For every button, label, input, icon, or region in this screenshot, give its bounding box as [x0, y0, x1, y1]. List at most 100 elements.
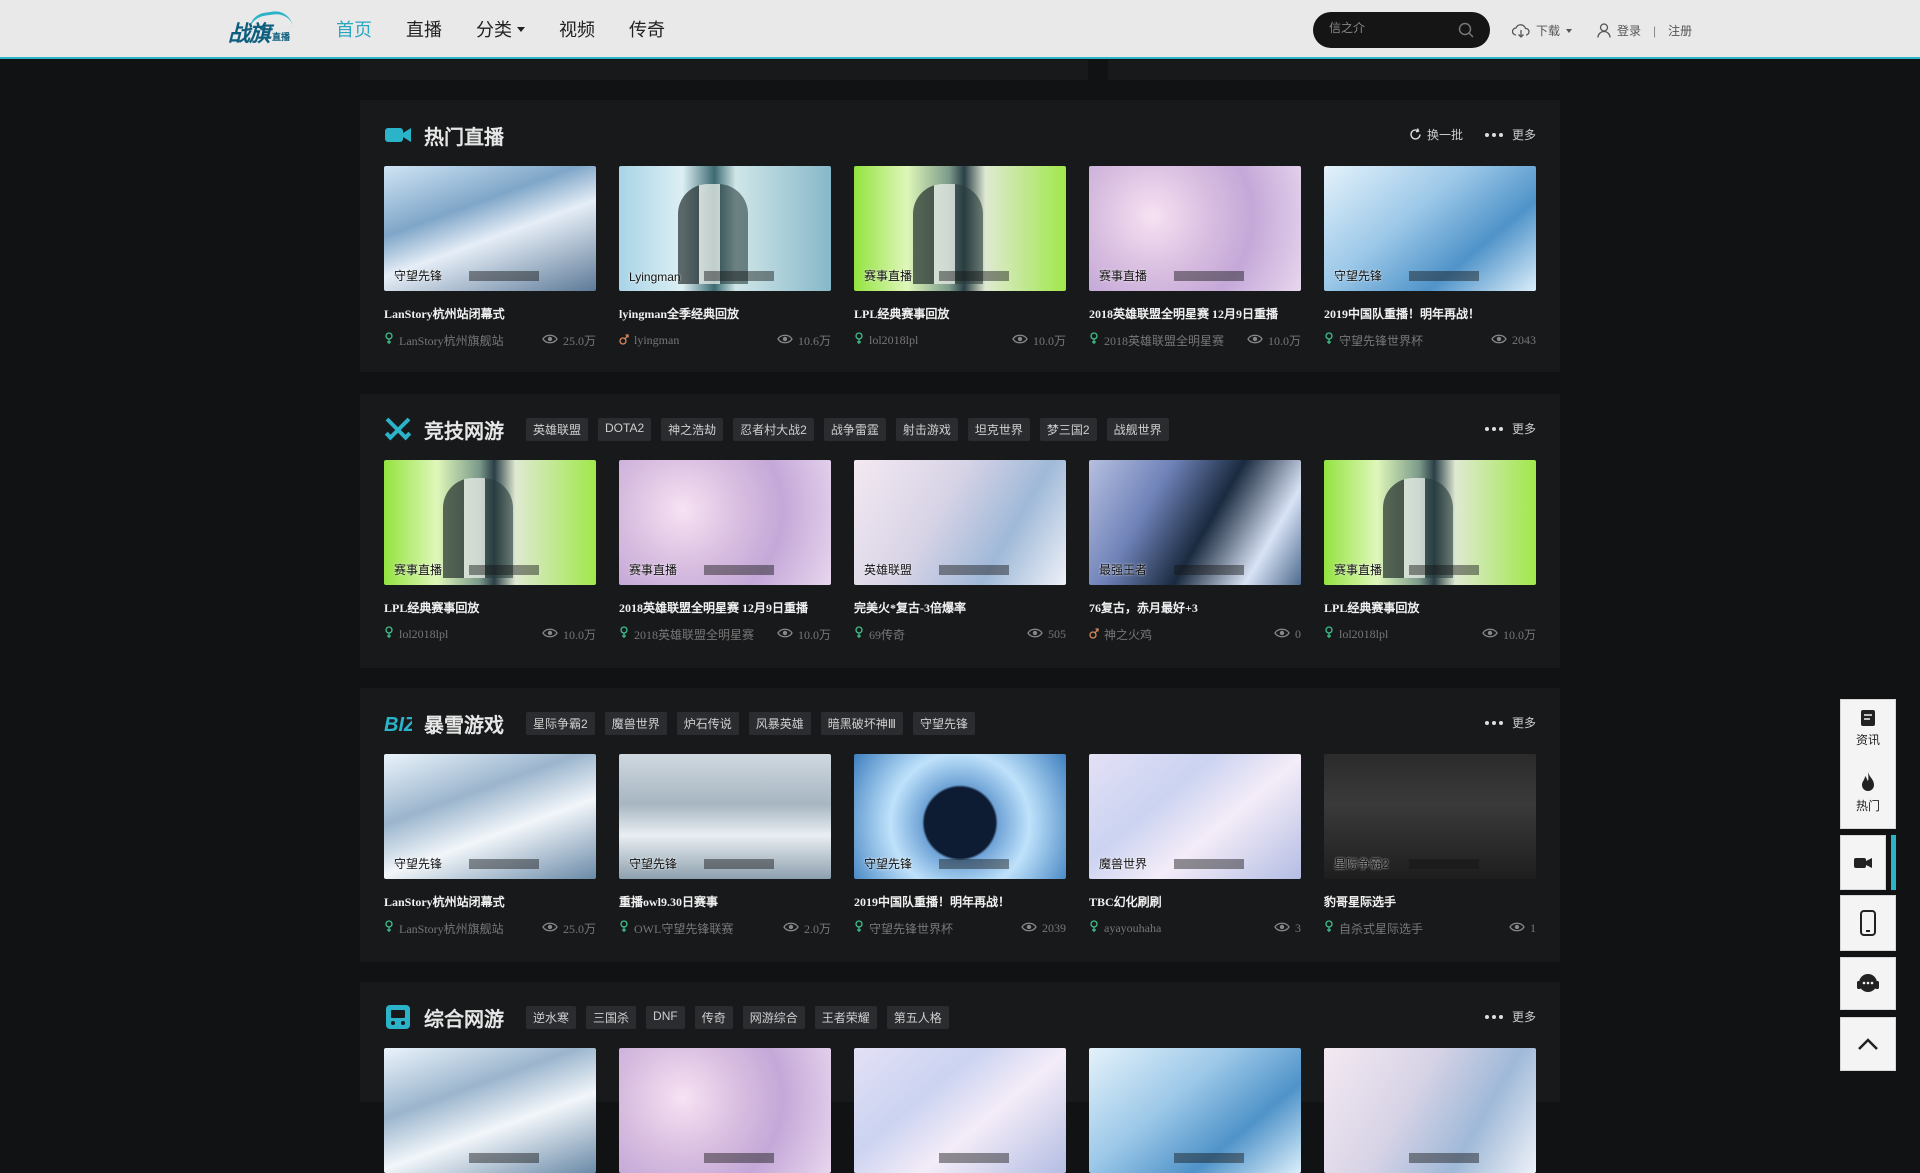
anchor-info[interactable]: lyingman — [619, 333, 679, 349]
anchor-info[interactable]: LanStory杭州旗舰站 — [384, 332, 504, 349]
category-tag[interactable]: 魔兽世界 — [604, 711, 667, 735]
category-tag[interactable]: 英雄联盟 — [526, 417, 589, 441]
anchor-info[interactable]: OWL守望先锋联赛 — [619, 920, 733, 937]
stream-thumbnail[interactable]: 魔兽世界 — [1089, 754, 1301, 879]
stream-title[interactable]: 2019中国队重播！明年再战！ — [854, 893, 1066, 910]
stream-title[interactable]: lyingman全季经典回放 — [619, 305, 831, 322]
category-label[interactable]: 最强王者 — [1099, 561, 1147, 578]
anchor-info[interactable]: 69传奇 — [854, 626, 905, 643]
stream-title[interactable]: LPL经典赛事回放 — [384, 599, 596, 616]
stream-card[interactable]: Lyingman lyingman全季经典回放 lyingman 10.6万 — [619, 166, 831, 349]
stream-thumbnail[interactable]: 赛事直播 — [619, 460, 831, 585]
category-tag[interactable]: 暗黑破坏神Ⅲ — [820, 711, 904, 735]
search-input[interactable] — [1329, 21, 1449, 35]
category-label[interactable]: 守望先锋 — [394, 267, 442, 284]
nav-video[interactable]: 视频 — [559, 16, 595, 42]
stream-thumbnail[interactable]: 守望先锋 — [1324, 166, 1536, 291]
stream-card[interactable]: 赛事直播 LPL经典赛事回放 lol2018lpl 10.0万 — [854, 166, 1066, 349]
category-label[interactable]: 星际争霸2 — [1334, 855, 1389, 872]
anchor-info[interactable]: 神之火鸡 — [1089, 626, 1152, 643]
download-menu[interactable]: 下载 — [1512, 22, 1573, 39]
category-tag[interactable]: 坦克世界 — [967, 417, 1030, 441]
anchor-info[interactable]: 2018英雄联盟全明星赛 — [1089, 332, 1224, 349]
more-button[interactable]: 更多 — [1484, 714, 1536, 731]
category-tag[interactable]: 守望先锋 — [913, 711, 976, 735]
stream-card[interactable]: 守望先锋 2019中国队重播！明年再战！ 守望先锋世界杯 2043 — [1324, 166, 1536, 349]
anchor-info[interactable]: lol2018lpl — [1324, 626, 1388, 643]
sidebar-hot-button[interactable]: 热门 — [1840, 757, 1896, 829]
sidebar-support-button[interactable] — [1840, 957, 1896, 1010]
sidebar-back-to-top-button[interactable] — [1840, 1017, 1896, 1071]
sidebar-news-button[interactable]: 资讯 — [1840, 699, 1896, 757]
stream-title[interactable]: 2019中国队重播！明年再战！ — [1324, 305, 1536, 322]
stream-card[interactable]: 守望先锋 2019中国队重播！明年再战！ 守望先锋世界杯 2039 — [854, 754, 1066, 937]
anchor-info[interactable]: 守望先锋世界杯 — [1324, 332, 1423, 349]
category-label[interactable]: 魔兽世界 — [1099, 855, 1147, 872]
stream-thumbnail[interactable]: 守望先锋 — [384, 754, 596, 879]
category-label[interactable]: Lyingman — [629, 270, 681, 284]
category-tag[interactable]: 传奇 — [694, 1005, 733, 1029]
stream-thumbnail[interactable]: 星际争霸2 — [1324, 754, 1536, 879]
stream-card[interactable]: 赛事直播 2018英雄联盟全明星赛 12月9日重播 2018英雄联盟全明星赛 10.0… — [619, 460, 831, 643]
stream-card[interactable]: 守望先锋 重播owl9.30日赛事 OWL守望先锋联赛 2.0万 — [619, 754, 831, 937]
stream-title[interactable]: 2018英雄联盟全明星赛 12月9日重播 — [1089, 305, 1301, 322]
stream-title[interactable]: 完美火*复古-3倍爆率 — [854, 599, 1066, 616]
category-tag[interactable]: 第五人格 — [886, 1005, 949, 1029]
stream-card[interactable]: 最强王者 76复古，赤月最好+3 神之火鸡 0 — [1089, 460, 1301, 643]
stream-card[interactable]: 守望先锋 LanStory杭州站闭幕式 LanStory杭州旗舰站 25.0万 — [384, 166, 596, 349]
stream-card[interactable] — [619, 1048, 831, 1173]
stream-thumbnail[interactable]: 赛事直播 — [1324, 460, 1536, 585]
anchor-info[interactable]: 守望先锋世界杯 — [854, 920, 953, 937]
stream-card[interactable]: 赛事直播 LPL经典赛事回放 lol2018lpl 10.0万 — [384, 460, 596, 643]
stream-thumbnail[interactable]: 最强王者 — [1089, 460, 1301, 585]
stream-title[interactable]: TBC幻化刷刷 — [1089, 893, 1301, 910]
stream-thumbnail[interactable]: 赛事直播 — [1089, 166, 1301, 291]
login-link[interactable]: 登录 — [1617, 22, 1641, 39]
stream-card[interactable] — [1324, 1048, 1536, 1173]
sidebar-video-button[interactable] — [1840, 835, 1886, 890]
category-label[interactable]: 赛事直播 — [394, 561, 442, 578]
category-tag[interactable]: 三国杀 — [586, 1005, 637, 1029]
stream-thumbnail[interactable]: 赛事直播 — [854, 166, 1066, 291]
stream-thumbnail[interactable]: 守望先锋 — [854, 754, 1066, 879]
stream-card[interactable] — [1089, 1048, 1301, 1173]
anchor-info[interactable]: lol2018lpl — [384, 626, 448, 643]
stream-title[interactable]: LPL经典赛事回放 — [854, 305, 1066, 322]
category-tag[interactable]: 逆水寒 — [526, 1005, 577, 1029]
category-tag[interactable]: 战舰世界 — [1106, 417, 1169, 441]
anchor-info[interactable]: LanStory杭州旗舰站 — [384, 920, 504, 937]
anchor-info[interactable]: 自杀式星际选手 — [1324, 920, 1423, 937]
category-tag[interactable]: 忍者村大战2 — [733, 417, 814, 441]
search-icon[interactable] — [1458, 22, 1474, 38]
stream-title[interactable]: 重播owl9.30日赛事 — [619, 893, 831, 910]
category-label[interactable]: 英雄联盟 — [864, 561, 912, 578]
nav-category[interactable]: 分类 — [476, 16, 525, 42]
stream-title[interactable]: LanStory杭州站闭幕式 — [384, 893, 596, 910]
more-button[interactable]: 更多 — [1484, 126, 1536, 143]
category-label[interactable]: 赛事直播 — [629, 561, 677, 578]
anchor-info[interactable]: lol2018lpl — [854, 332, 918, 349]
stream-thumbnail[interactable] — [1324, 1048, 1536, 1173]
stream-thumbnail[interactable] — [384, 1048, 596, 1173]
stream-title[interactable]: LPL经典赛事回放 — [1324, 599, 1536, 616]
anchor-info[interactable]: 2018英雄联盟全明星赛 — [619, 626, 754, 643]
category-label[interactable]: 赛事直播 — [864, 267, 912, 284]
category-tag[interactable]: 风暴英雄 — [748, 711, 811, 735]
nav-home[interactable]: 首页 — [336, 16, 372, 42]
category-tag[interactable]: 神之浩劫 — [661, 417, 724, 441]
stream-thumbnail[interactable]: 守望先锋 — [384, 166, 596, 291]
category-tag[interactable]: 炉石传说 — [676, 711, 739, 735]
stream-thumbnail[interactable]: 守望先锋 — [619, 754, 831, 879]
stream-card[interactable]: 英雄联盟 完美火*复古-3倍爆率 69传奇 505 — [854, 460, 1066, 643]
more-button[interactable]: 更多 — [1484, 420, 1536, 437]
stream-thumbnail[interactable]: Lyingman — [619, 166, 831, 291]
stream-title[interactable]: 76复古，赤月最好+3 — [1089, 599, 1301, 616]
category-tag[interactable]: 射击游戏 — [895, 417, 958, 441]
stream-thumbnail[interactable] — [1089, 1048, 1301, 1173]
stream-title[interactable]: LanStory杭州站闭幕式 — [384, 305, 596, 322]
stream-thumbnail[interactable] — [619, 1048, 831, 1173]
category-label[interactable]: 赛事直播 — [1334, 561, 1382, 578]
stream-card[interactable] — [384, 1048, 596, 1173]
category-tag[interactable]: 星际争霸2 — [526, 711, 595, 735]
nav-live[interactable]: 直播 — [406, 16, 442, 42]
